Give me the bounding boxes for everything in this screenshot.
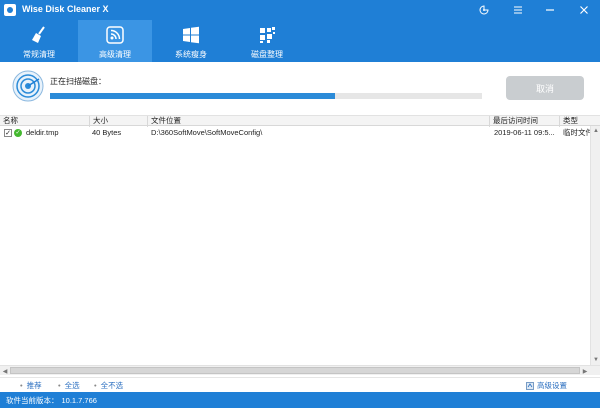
advanced-settings-link[interactable]: 高级设置 — [526, 380, 567, 391]
main-toolbar: 常规清理 高级清理 系统瘦身 磁盘整理 — [0, 20, 600, 62]
broom-icon — [29, 25, 49, 45]
scroll-down-icon[interactable]: ▼ — [591, 355, 600, 365]
cancel-button[interactable]: 取消 — [506, 76, 584, 100]
select-all-link[interactable]: • 全选 — [58, 380, 80, 391]
table-header: 名称 大小 文件位置 最后访问时间 类型 — [0, 115, 600, 127]
tab-label: 磁盘整理 — [251, 50, 283, 59]
windows-icon — [181, 25, 201, 45]
advanced-settings-label: 高级设置 — [537, 381, 567, 390]
row-checkbox[interactable]: ✓ — [4, 129, 12, 137]
tab-disk-defrag[interactable]: 磁盘整理 — [230, 20, 304, 62]
results-table: 名称 大小 文件位置 最后访问时间 类型 ✓ ✓ deldir.tmp 40 B… — [0, 115, 600, 375]
row-name: deldir.tmp — [26, 128, 59, 137]
select-none-link[interactable]: • 全不选 — [94, 380, 123, 391]
scan-progress-bar — [50, 93, 482, 99]
scroll-left-icon[interactable]: ◀ — [0, 366, 10, 376]
app-title: Wise Disk Cleaner X — [22, 4, 109, 14]
row-location: D:\360SoftMove\SoftMoveConfig\ — [151, 128, 263, 137]
scroll-right-icon[interactable]: ▶ — [580, 366, 590, 376]
tab-label: 高级清理 — [99, 50, 131, 59]
settings-icon — [526, 381, 534, 390]
horizontal-scrollbar[interactable]: ◀ ▶ — [0, 365, 600, 375]
tab-advanced-clean[interactable]: 高级清理 — [78, 20, 152, 62]
tab-system-slim[interactable]: 系统瘦身 — [154, 20, 228, 62]
disk-scan-icon — [12, 70, 44, 102]
check-circle-icon: ✓ — [14, 129, 22, 137]
scroll-up-icon[interactable]: ▲ — [591, 126, 600, 136]
app-logo-icon — [4, 4, 16, 16]
bullet-icon: • — [58, 381, 61, 390]
theme-icon[interactable] — [476, 2, 492, 18]
scan-progress-fill — [50, 93, 336, 99]
tab-label: 系统瘦身 — [175, 50, 207, 59]
tab-common-clean[interactable]: 常规清理 — [2, 20, 76, 62]
menu-icon[interactable] — [510, 2, 526, 18]
blocks-icon — [257, 25, 277, 45]
recommend-link[interactable]: • 推荐 — [20, 380, 42, 391]
scan-status-label: 正在扫描磁盘： — [50, 77, 106, 86]
minimize-icon[interactable] — [542, 2, 558, 18]
bullet-icon: • — [20, 381, 23, 390]
signal-icon — [105, 25, 125, 45]
version-number: 10.1.7.766 — [61, 396, 97, 405]
row-size: 40 Bytes — [92, 128, 122, 137]
vertical-scrollbar[interactable]: ▲ ▼ — [590, 126, 600, 365]
title-bar: Wise Disk Cleaner X — [0, 0, 600, 20]
tab-label: 常规清理 — [23, 50, 55, 59]
horizontal-scroll-thumb[interactable] — [10, 367, 580, 374]
scan-panel: 正在扫描磁盘： 取消 — [0, 62, 600, 115]
bottom-action-bar: • 推荐 • 全选 • 全不选 高级设置 — [0, 377, 600, 391]
row-last-access: 2019-06-11 09:5... — [494, 128, 555, 137]
close-icon[interactable] — [576, 2, 592, 18]
status-bar: 软件当前版本： 10.1.7.766 — [0, 392, 600, 408]
version-info: 软件当前版本： 10.1.7.766 — [6, 395, 97, 406]
bullet-icon: • — [94, 381, 97, 390]
table-row[interactable]: ✓ ✓ deldir.tmp 40 Bytes D:\360SoftMove\S… — [0, 126, 600, 139]
version-label: 软件当前版本： — [6, 396, 59, 405]
row-type: 临时文件 — [563, 128, 590, 137]
